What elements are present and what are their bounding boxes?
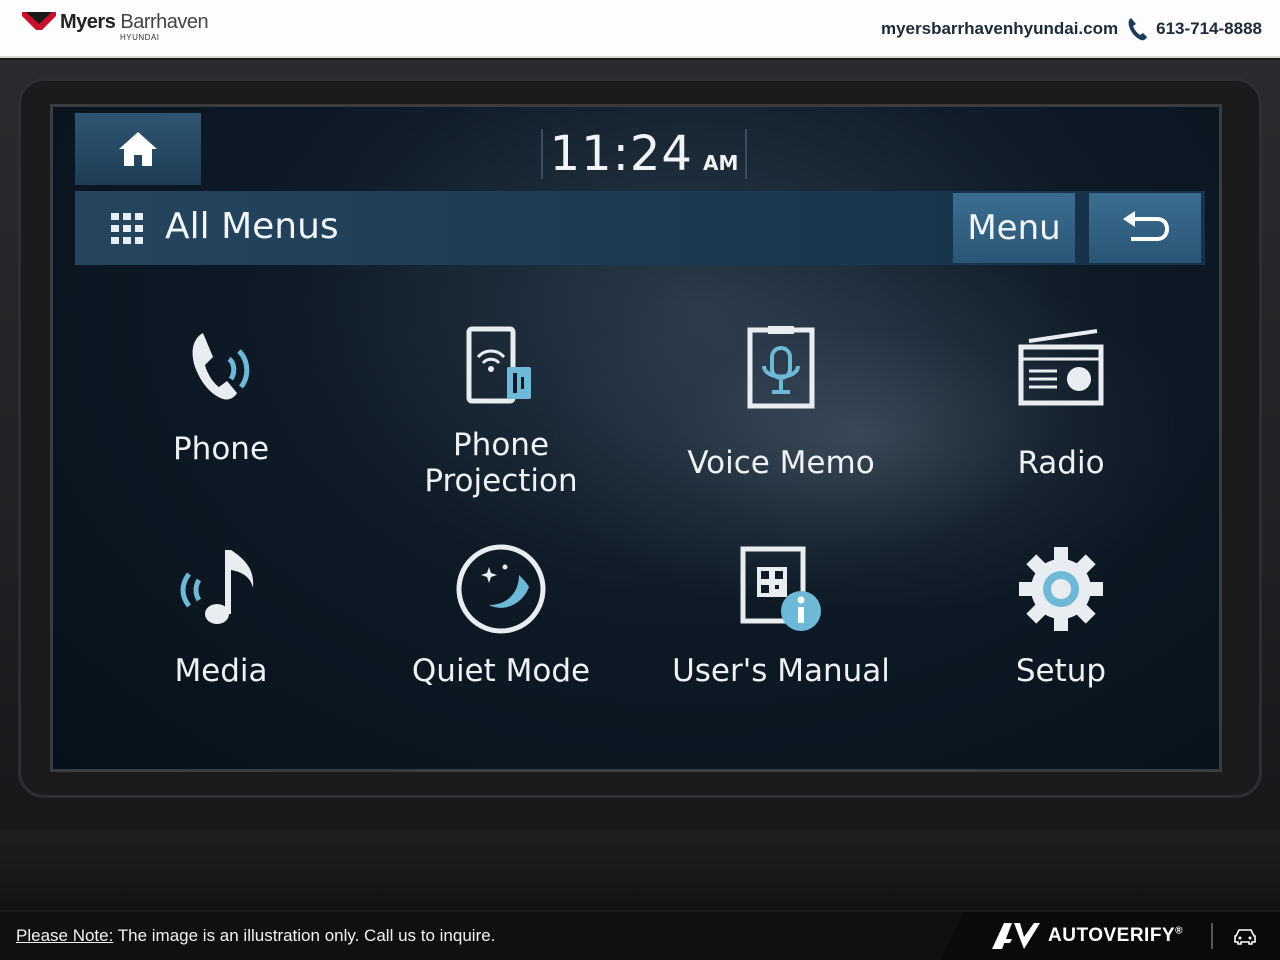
autoverify-logo-icon <box>992 923 1040 949</box>
tile-quiet-mode-label: Quiet Mode <box>411 653 591 689</box>
radio-icon <box>1018 329 1104 406</box>
home-icon <box>119 132 157 166</box>
dealer-phone-link[interactable]: 613-714-8888 <box>1156 19 1262 39</box>
tile-users-manual[interactable]: User's Manual <box>641 539 921 739</box>
autoverify-brand-text: AUTOVERIFY <box>1048 925 1176 946</box>
tile-radio-label: Radio <box>1017 445 1105 481</box>
clock-ampm: AM <box>702 151 739 175</box>
tile-setup[interactable]: Setup <box>921 539 1201 739</box>
dealer-logo[interactable]: Myers Barrhaven HYUNDAI <box>22 11 209 42</box>
dealer-name-light: Barrhaven <box>120 11 209 33</box>
autoverify-name: AUTOVERIFY® <box>1048 925 1183 947</box>
bezel-lower-trim <box>0 830 1280 910</box>
infotainment-screen: 11:24 AM All Menus Menu Phone Phone Proj… <box>50 104 1222 772</box>
tile-phone[interactable]: Phone <box>81 317 361 517</box>
tile-setup-label: Setup <box>1015 653 1107 689</box>
setup-icon <box>1019 547 1103 631</box>
tile-phone-projection-label: Phone Projection <box>424 427 578 499</box>
phone-projection-icon <box>466 326 531 404</box>
disclaimer-text: The image is an illustration only. Call … <box>113 926 496 945</box>
back-button[interactable] <box>1089 193 1201 263</box>
home-button[interactable] <box>75 113 201 185</box>
registered-mark: ® <box>1175 925 1183 937</box>
all-menus-grid-icon <box>111 213 143 244</box>
car-icon[interactable] <box>1233 927 1257 945</box>
title-bar: All Menus Menu <box>75 191 1205 265</box>
phone-icon <box>192 333 250 400</box>
footer-bar: Please Note: The image is an illustratio… <box>0 912 1280 960</box>
tile-radio[interactable]: Radio <box>921 317 1201 517</box>
tile-phone-label: Phone <box>172 431 270 467</box>
dealer-brand-sub: HYUNDAI <box>120 33 160 42</box>
tile-users-manual-label: User's Manual <box>672 653 890 689</box>
footer-divider <box>1210 923 1213 949</box>
voice-memo-icon <box>747 326 815 409</box>
menu-button[interactable]: Menu <box>953 193 1075 263</box>
tile-voice-memo[interactable]: Voice Memo <box>641 317 921 517</box>
disclaimer-label: Please Note: <box>16 926 114 945</box>
autoverify-badge[interactable]: AUTOVERIFY® <box>940 912 1280 960</box>
dealer-name-bold: Myers <box>60 11 116 33</box>
quiet-mode-icon <box>456 544 546 634</box>
tile-phone-projection[interactable]: Phone Projection <box>361 317 641 517</box>
back-arrow-icon <box>1123 211 1170 241</box>
dealer-website-link[interactable]: myersbarrhavenhyundai.com <box>881 19 1118 39</box>
tile-voice-memo-label: Voice Memo <box>687 445 875 481</box>
clock: 11:24 AM <box>541 129 747 179</box>
media-icon <box>180 550 254 624</box>
phone-handset-icon <box>1128 18 1148 41</box>
disclaimer: Please Note: The image is an illustratio… <box>16 926 495 946</box>
dealer-contact: myersbarrhavenhyundai.com 613-714-8888 <box>881 16 1262 42</box>
tile-media-label: Media <box>174 653 268 689</box>
dealer-logo-icon <box>22 12 56 30</box>
users-manual-icon <box>740 546 821 631</box>
clock-time: 11:24 <box>549 126 693 182</box>
page-title: All Menus <box>165 206 339 247</box>
dealer-header: Myers Barrhaven HYUNDAI myersbarrhavenhy… <box>0 0 1280 58</box>
tile-media[interactable]: Media <box>81 539 361 739</box>
tile-quiet-mode[interactable]: Quiet Mode <box>361 539 641 739</box>
